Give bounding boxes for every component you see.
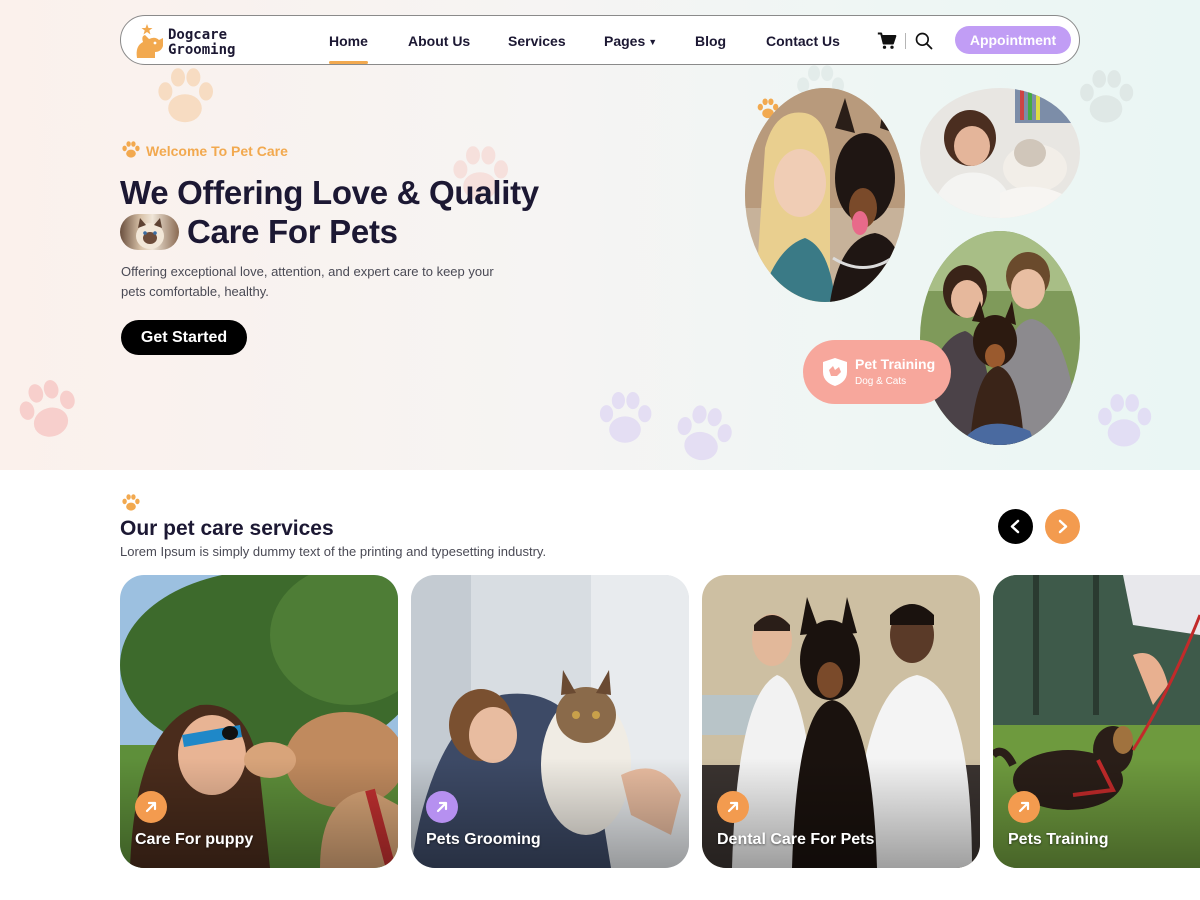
nav-about-us[interactable]: About Us bbox=[408, 33, 470, 49]
cart-icon[interactable] bbox=[877, 31, 897, 51]
get-started-button[interactable]: Get Started bbox=[121, 320, 247, 355]
couple-with-dog-image bbox=[920, 231, 1080, 445]
carousel-next-button[interactable] bbox=[1045, 509, 1080, 544]
paw-icon bbox=[122, 141, 140, 158]
paw-decoration-icon bbox=[158, 68, 213, 123]
dog-logo-icon bbox=[136, 24, 163, 58]
brand-name: Dogcare Grooming bbox=[168, 28, 258, 58]
card-arrow-button[interactable] bbox=[135, 791, 167, 823]
cat-thumbnail-image bbox=[120, 214, 179, 250]
hero-headline-line2: Care For Pets bbox=[187, 213, 398, 250]
nav-blog[interactable]: Blog bbox=[695, 33, 726, 49]
brand-name-line2: Grooming bbox=[168, 42, 236, 58]
paw-decoration-icon bbox=[1080, 70, 1134, 123]
card-title: Pets Training bbox=[1008, 831, 1109, 848]
services-subtitle: Lorem Ipsum is simply dummy text of the … bbox=[120, 544, 547, 559]
paw-decoration-icon bbox=[19, 380, 75, 437]
service-card-pets-training[interactable]: Pets Training bbox=[993, 575, 1200, 868]
paw-decoration-icon bbox=[1098, 394, 1152, 447]
paw-decoration-icon bbox=[677, 405, 732, 461]
arrow-up-right-icon bbox=[727, 801, 739, 813]
card-title: Care For puppy bbox=[135, 831, 254, 848]
woman-with-doberman-image bbox=[745, 88, 905, 302]
hero-headline-line1: We Offering Love & Quality bbox=[120, 174, 539, 211]
card-arrow-button[interactable] bbox=[426, 791, 458, 823]
nav-home[interactable]: Home bbox=[329, 33, 368, 49]
nav-divider bbox=[905, 33, 906, 49]
brand-name-line1: Dogcare bbox=[168, 27, 228, 43]
services-title: Our pet care services bbox=[120, 517, 334, 540]
nav-contact-us[interactable]: Contact Us bbox=[766, 33, 840, 49]
service-card-pets-grooming[interactable]: Pets Grooming bbox=[411, 575, 689, 868]
appointment-button[interactable]: Appointment bbox=[955, 26, 1071, 54]
arrow-up-right-icon bbox=[436, 801, 448, 813]
welcome-text: Welcome To Pet Care bbox=[146, 143, 288, 159]
carousel-prev-button[interactable] bbox=[998, 509, 1033, 544]
chevron-right-icon bbox=[1058, 519, 1068, 534]
arrow-up-right-icon bbox=[145, 801, 157, 813]
nav-services[interactable]: Services bbox=[508, 33, 566, 49]
hero-section: Welcome To Pet Care We Offering Love & Q… bbox=[0, 0, 1200, 470]
girl-with-puppy-image bbox=[920, 88, 1080, 218]
hero-description: Offering exceptional love, attention, an… bbox=[121, 264, 494, 299]
shield-pet-icon bbox=[823, 358, 847, 386]
search-icon[interactable] bbox=[914, 31, 934, 51]
brand-logo[interactable]: Dogcare Grooming bbox=[133, 22, 258, 60]
chevron-left-icon bbox=[1010, 519, 1020, 534]
nav-pages[interactable]: Pages ▼ bbox=[604, 33, 657, 49]
chevron-down-icon: ▼ bbox=[648, 37, 658, 47]
arrow-up-right-icon bbox=[1018, 801, 1030, 813]
card-arrow-button[interactable] bbox=[1008, 791, 1040, 823]
pet-training-subtitle: Dog & Cats bbox=[855, 376, 907, 387]
card-title: Pets Grooming bbox=[426, 831, 541, 848]
card-arrow-button[interactable] bbox=[717, 791, 749, 823]
service-card-dental-care[interactable]: Dental Care For Pets bbox=[702, 575, 980, 868]
pet-training-title: Pet Training bbox=[855, 356, 936, 372]
service-card-care-for-puppy[interactable]: Care For puppy bbox=[120, 575, 398, 868]
nav-pages-label: Pages bbox=[604, 33, 646, 49]
paw-icon bbox=[122, 494, 140, 511]
nav-active-indicator bbox=[329, 61, 368, 64]
paw-decoration-icon bbox=[599, 391, 652, 443]
pet-training-badge[interactable]: Pet Training Dog & Cats bbox=[803, 340, 951, 404]
card-title: Dental Care For Pets bbox=[717, 831, 875, 848]
main-navbar: Dogcare Grooming Home About Us Services … bbox=[120, 15, 1080, 65]
